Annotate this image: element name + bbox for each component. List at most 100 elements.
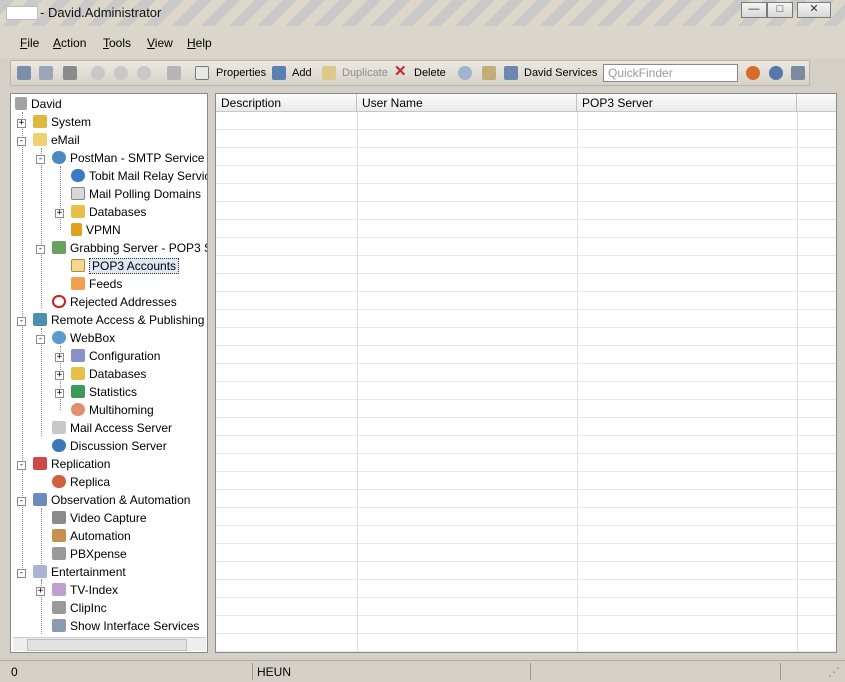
replication-icon — [33, 457, 47, 470]
context-help-icon[interactable] — [791, 66, 805, 80]
duplicate-icon[interactable] — [322, 66, 336, 80]
connect-icon[interactable] — [39, 66, 53, 80]
column-pop3-server[interactable]: POP3 Server — [577, 94, 797, 112]
tobit-icon[interactable] — [746, 66, 760, 80]
duplicate-button[interactable]: Duplicate — [342, 65, 388, 81]
configuration-icon — [71, 349, 85, 362]
tree-item-vpmn[interactable]: VPMN — [71, 222, 121, 238]
expand-configuration[interactable]: + — [55, 353, 64, 362]
expand-tv-index[interactable]: + — [36, 587, 45, 596]
tree-item-replication[interactable]: Replication — [33, 456, 110, 472]
properties-button[interactable]: Properties — [216, 65, 266, 81]
add-button[interactable]: Add — [292, 65, 312, 81]
tree-item-replica[interactable]: Replica — [52, 474, 110, 490]
menu-action[interactable]: Action — [53, 36, 86, 50]
chart-icon[interactable] — [167, 66, 181, 80]
expand-statistics[interactable]: + — [55, 389, 64, 398]
tree-item-mail-polling[interactable]: Mail Polling Domains — [71, 186, 201, 202]
grabbing-server-icon — [52, 241, 66, 254]
envelope-icon — [71, 259, 85, 272]
scrollbar-thumb[interactable] — [27, 639, 187, 651]
navigation-tree[interactable]: David + System - eMail - PostMan - SMTP … — [10, 93, 208, 653]
tree-item-pop3-accounts[interactable]: POP3 Accounts — [71, 258, 180, 274]
blocked-icon — [52, 295, 66, 308]
david-services-icon[interactable] — [504, 66, 518, 80]
collapse-postman[interactable]: - — [36, 155, 45, 164]
tree-item-remote-access[interactable]: Remote Access & Publishing — [33, 312, 204, 328]
menu-file[interactable]: File — [20, 36, 39, 50]
collapse-email[interactable]: - — [17, 137, 26, 146]
tree-item-discussion-server[interactable]: Discussion Server — [52, 438, 167, 454]
tree-item-entertainment[interactable]: Entertainment — [33, 564, 126, 580]
funnel-icon — [15, 97, 27, 110]
pop3-accounts-list[interactable]: Description User Name POP3 Server — [215, 93, 837, 653]
tree-item-show-interface-services[interactable]: Show Interface Services — [52, 618, 199, 634]
system-icon — [33, 115, 47, 128]
expand-databases[interactable]: + — [55, 209, 64, 218]
column-description[interactable]: Description — [216, 94, 357, 112]
menu-bar: File Action Tools View Help — [0, 26, 845, 58]
delete-button[interactable]: Delete — [414, 65, 446, 81]
tree-item-webbox-databases[interactable]: Databases — [71, 366, 146, 382]
david-services-button[interactable]: David Services — [524, 65, 597, 81]
collapse-webbox[interactable]: - — [36, 335, 45, 344]
quickfinder-input[interactable]: QuickFinder — [603, 64, 738, 82]
menu-help[interactable]: Help — [187, 36, 212, 50]
tree-item-pbxpense[interactable]: PBXpense — [52, 546, 127, 562]
forward-icon[interactable] — [137, 66, 151, 80]
tree-item-video-capture[interactable]: Video Capture — [52, 510, 147, 526]
help-icon[interactable] — [769, 66, 783, 80]
rss-icon — [71, 277, 85, 290]
column-user-name[interactable]: User Name — [357, 94, 577, 112]
menu-tools[interactable]: Tools — [103, 36, 131, 50]
play-icon[interactable] — [91, 66, 105, 80]
properties-icon[interactable] — [195, 66, 209, 80]
stop-icon[interactable] — [114, 66, 128, 80]
multihoming-icon — [71, 403, 85, 416]
close-button[interactable]: ✕ — [797, 2, 831, 18]
expand-webbox-databases[interactable]: + — [55, 371, 64, 380]
delete-icon[interactable]: ✕ — [394, 64, 408, 79]
tree-item-system[interactable]: System — [33, 114, 91, 130]
collapse-observation[interactable]: - — [17, 497, 26, 506]
collapse-remote-access[interactable]: - — [17, 317, 26, 326]
tree-item-databases[interactable]: Databases — [71, 204, 146, 220]
tree-item-postman[interactable]: PostMan - SMTP Service — [52, 150, 204, 166]
tree-item-webbox[interactable]: WebBox — [52, 330, 115, 346]
tree-item-configuration[interactable]: Configuration — [71, 348, 160, 364]
tree-item-multihoming[interactable]: Multihoming — [71, 402, 154, 418]
tree-item-clipinc[interactable]: ClipInc — [52, 600, 107, 616]
status-count: 0 — [11, 665, 18, 679]
maximize-button[interactable]: □ — [767, 2, 793, 18]
tree-item-mail-access-server[interactable]: Mail Access Server — [52, 420, 172, 436]
tree-item-rejected-addresses[interactable]: Rejected Addresses — [52, 294, 177, 310]
tree-item-feeds[interactable]: Feeds — [71, 276, 122, 292]
menu-view[interactable]: View — [147, 36, 173, 50]
tree-item-statistics[interactable]: Statistics — [71, 384, 137, 400]
database-icon[interactable] — [17, 66, 31, 80]
collapse-grabbing[interactable]: - — [36, 245, 45, 254]
tv-icon — [52, 583, 66, 596]
tree-item-email[interactable]: eMail — [33, 132, 80, 148]
tree-item-grabbing-server[interactable]: Grabbing Server - POP3 Serv — [52, 240, 207, 256]
collapse-replication[interactable]: - — [17, 461, 26, 470]
minimize-button[interactable]: — — [741, 2, 767, 18]
add-icon[interactable] — [272, 66, 286, 80]
tree-item-mail-relay[interactable]: Tobit Mail Relay Service — [71, 168, 207, 184]
observation-icon — [33, 493, 47, 506]
expand-system[interactable]: + — [17, 119, 26, 128]
report-icon[interactable] — [482, 66, 496, 80]
gear-icon[interactable] — [458, 66, 472, 80]
tree-item-automation[interactable]: Automation — [52, 528, 131, 544]
toolbar: Properties Add Duplicate ✕ Delete David … — [10, 60, 810, 86]
network-icon[interactable] — [63, 66, 77, 80]
tree-item-observation[interactable]: Observation & Automation — [33, 492, 190, 508]
email-icon — [33, 133, 47, 146]
tree-root[interactable]: David — [15, 96, 62, 112]
tree-horizontal-scrollbar[interactable] — [13, 637, 206, 651]
tree-item-tv-index[interactable]: TV-Index — [52, 582, 118, 598]
lock-icon — [71, 223, 82, 236]
collapse-entertainment[interactable]: - — [17, 569, 26, 578]
resize-grip-icon[interactable]: ⋰ — [828, 664, 840, 680]
status-bar: 0 HEUN ⋰ — [0, 660, 845, 682]
